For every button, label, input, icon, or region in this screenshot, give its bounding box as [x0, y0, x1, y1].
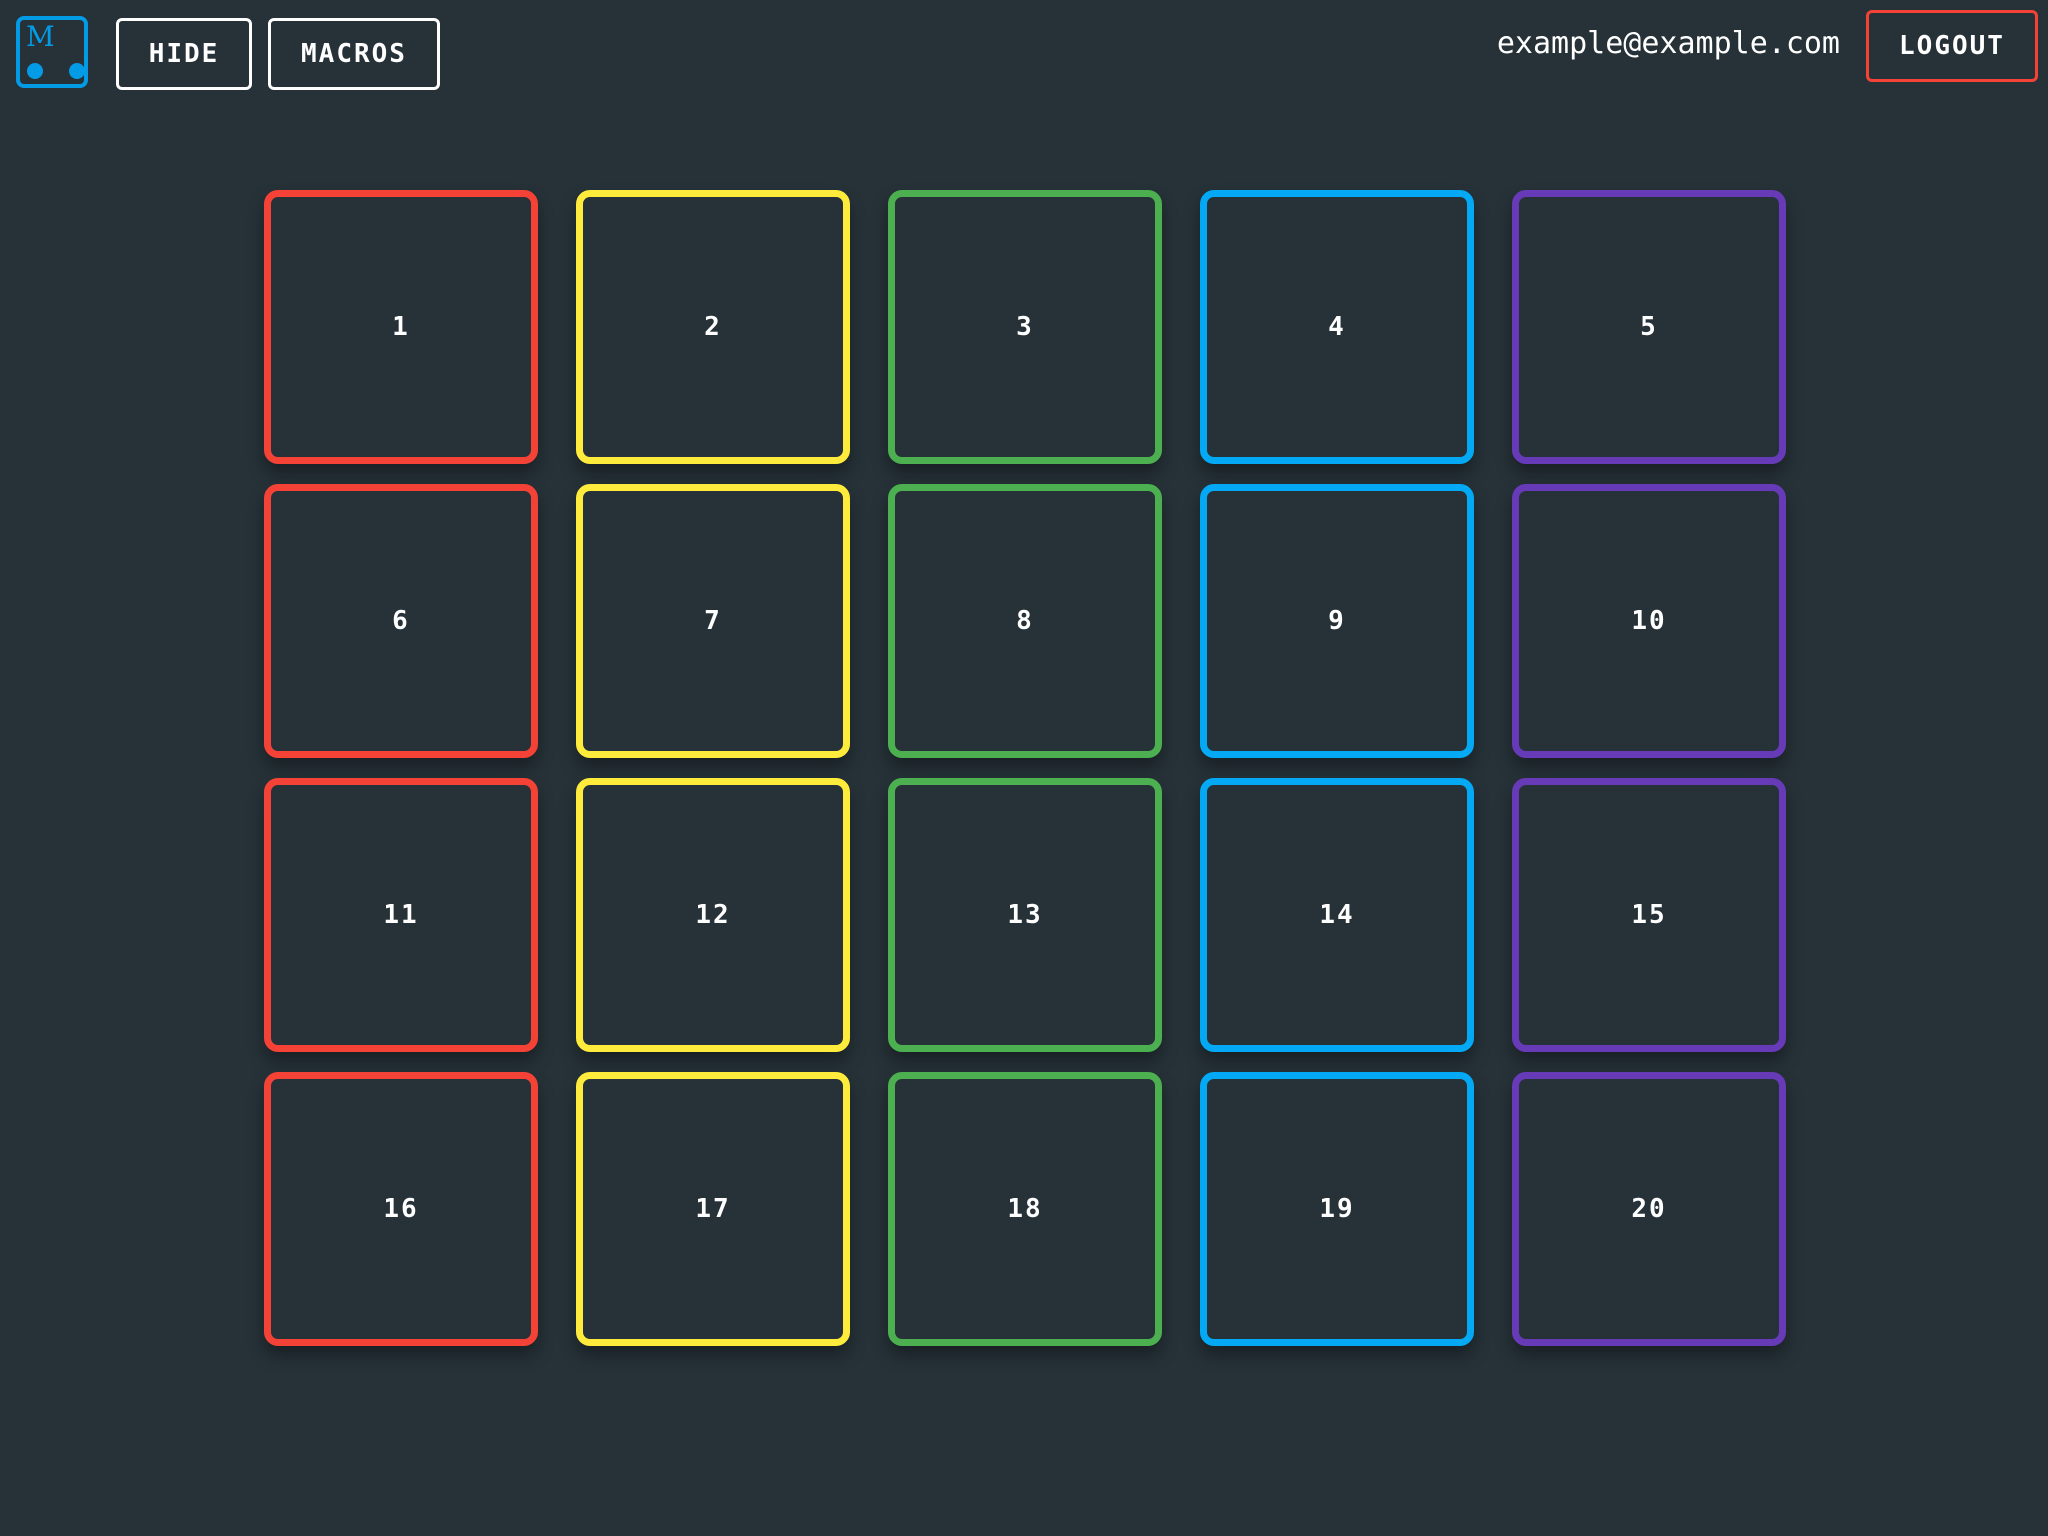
pad-button[interactable]: 9	[1200, 484, 1474, 758]
top-bar: M HIDE MACROS example@example.com LOGOUT	[0, 0, 2048, 100]
pad-button[interactable]: 19	[1200, 1072, 1474, 1346]
logo-letter: M	[26, 20, 55, 53]
logo-dot-left	[27, 63, 43, 79]
macros-button[interactable]: MACROS	[268, 18, 440, 90]
pad-button[interactable]: 14	[1200, 778, 1474, 1052]
pad-button[interactable]: 4	[1200, 190, 1474, 464]
user-email: example@example.com	[1496, 26, 1840, 61]
pad-button[interactable]: 3	[888, 190, 1162, 464]
pad-button[interactable]: 10	[1512, 484, 1786, 758]
pad-button[interactable]: 6	[264, 484, 538, 758]
app-logo-icon: M	[16, 16, 88, 88]
pad-button[interactable]: 13	[888, 778, 1162, 1052]
pad-button[interactable]: 2	[576, 190, 850, 464]
pad-grid: 1 2 3 4 5 6 7 8 9 10 11 12 13 14 15 16 17 18 19 20	[264, 190, 1786, 1346]
logout-button[interactable]: LOGOUT	[1866, 10, 2038, 82]
logo-dot-right	[69, 63, 85, 79]
pad-button[interactable]: 7	[576, 484, 850, 758]
pad-button[interactable]: 12	[576, 778, 850, 1052]
pad-button[interactable]: 11	[264, 778, 538, 1052]
hide-button[interactable]: HIDE	[116, 18, 252, 90]
pad-button[interactable]: 5	[1512, 190, 1786, 464]
pad-button[interactable]: 8	[888, 484, 1162, 758]
pad-button[interactable]: 17	[576, 1072, 850, 1346]
pad-button[interactable]: 1	[264, 190, 538, 464]
pad-button[interactable]: 15	[1512, 778, 1786, 1052]
pad-button[interactable]: 18	[888, 1072, 1162, 1346]
pad-button[interactable]: 16	[264, 1072, 538, 1346]
pad-button[interactable]: 20	[1512, 1072, 1786, 1346]
